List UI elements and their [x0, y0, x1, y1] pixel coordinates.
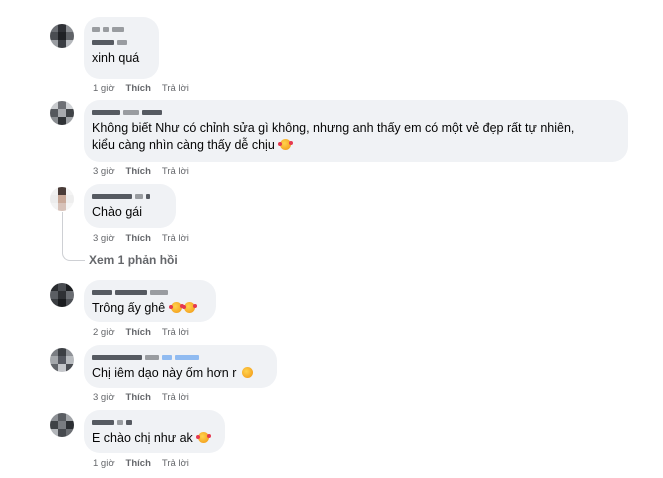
like-button[interactable]: Thích — [126, 392, 151, 403]
comment-actions: 1 giờ Thích Trả lời — [93, 83, 189, 94]
like-button[interactable]: Thích — [126, 233, 151, 244]
comment-actions: 3 giờ Thích Trả lời — [93, 166, 189, 177]
comment-text-row: Trông ấy ghê — [92, 300, 206, 317]
comment-bubble: Không biết Như có chỉnh sửa gì không, nh… — [84, 100, 628, 162]
smiling-face-with-hearts-icon — [181, 302, 197, 313]
like-button[interactable]: Thích — [126, 327, 151, 338]
smiling-face-with-hearts-icon — [278, 139, 294, 150]
comment-bubble: Trông ấy ghê — [84, 280, 216, 322]
comment-text-row: Chị iêm dạo này ốm hơn r — [92, 365, 267, 382]
reply-button[interactable]: Trả lời — [162, 233, 189, 244]
reply-button[interactable]: Trả lời — [162, 458, 189, 469]
timestamp[interactable]: 3 giờ — [93, 166, 115, 177]
author-name[interactable] — [92, 417, 215, 427]
timestamp[interactable]: 1 giờ — [93, 458, 115, 469]
like-button[interactable]: Thích — [126, 458, 151, 469]
comment-text-row: E chào chị như ak — [92, 430, 215, 447]
comment-text: xinh quá — [92, 51, 140, 65]
timestamp[interactable]: 3 giờ — [93, 233, 115, 244]
timestamp[interactable]: 1 giờ — [93, 83, 115, 94]
grimacing-face-icon — [241, 367, 253, 378]
timestamp[interactable]: 3 giờ — [93, 392, 115, 403]
avatar[interactable] — [50, 24, 74, 48]
reply-button[interactable]: Trả lời — [162, 327, 189, 338]
avatar[interactable] — [50, 283, 74, 307]
like-button[interactable]: Thích — [126, 83, 151, 94]
author-name-line2 — [92, 37, 149, 47]
reply-button[interactable]: Trả lời — [162, 392, 189, 403]
comment-actions: 1 giờ Thích Trả lời — [93, 458, 189, 469]
smiling-face-with-hearts-icon — [168, 302, 184, 313]
reply-button[interactable]: Trả lời — [162, 83, 189, 94]
comment-actions: 2 giờ Thích Trả lời — [93, 327, 189, 338]
comment-text: E chào chị như ak — [92, 431, 193, 445]
comment-actions: 3 giờ Thích Trả lời — [93, 392, 189, 403]
timestamp[interactable]: 2 giờ — [93, 327, 115, 338]
author-name[interactable] — [92, 107, 618, 117]
author-name[interactable] — [92, 352, 267, 362]
avatar[interactable] — [50, 187, 74, 211]
view-replies-link[interactable]: Xem 1 phản hồi — [89, 253, 178, 267]
author-name[interactable] — [92, 287, 206, 297]
like-button[interactable]: Thích — [126, 166, 151, 177]
comment-bubble: E chào chị như ak — [84, 410, 225, 453]
avatar[interactable] — [50, 101, 74, 125]
comment-text: Chào gái — [92, 205, 143, 219]
avatar[interactable] — [50, 348, 74, 372]
comment-text: Chị iêm dạo này ốm hơn r — [92, 366, 237, 380]
comment-bubble: Chị iêm dạo này ốm hơn r — [84, 345, 277, 388]
author-name[interactable] — [92, 191, 166, 201]
comment-text: kiểu càng nhìn càng thấy dễ chịu — [92, 138, 275, 152]
reply-thread-line — [62, 212, 85, 261]
comment-bubble: Chào gái — [84, 184, 176, 228]
comment-text-line2: kiểu càng nhìn càng thấy dễ chịu — [92, 137, 618, 154]
reply-button[interactable]: Trả lời — [162, 166, 189, 177]
avatar[interactable] — [50, 413, 74, 437]
author-name[interactable] — [92, 24, 149, 34]
comment-bubble: xinh quá — [84, 17, 159, 79]
smiling-face-with-hearts-icon — [196, 432, 212, 443]
comment-actions: 3 giờ Thích Trả lời — [93, 233, 189, 244]
comment-text: Trông ấy ghê — [92, 301, 166, 315]
comment-text-line1: Không biết Như có chỉnh sửa gì không, nh… — [92, 121, 575, 135]
